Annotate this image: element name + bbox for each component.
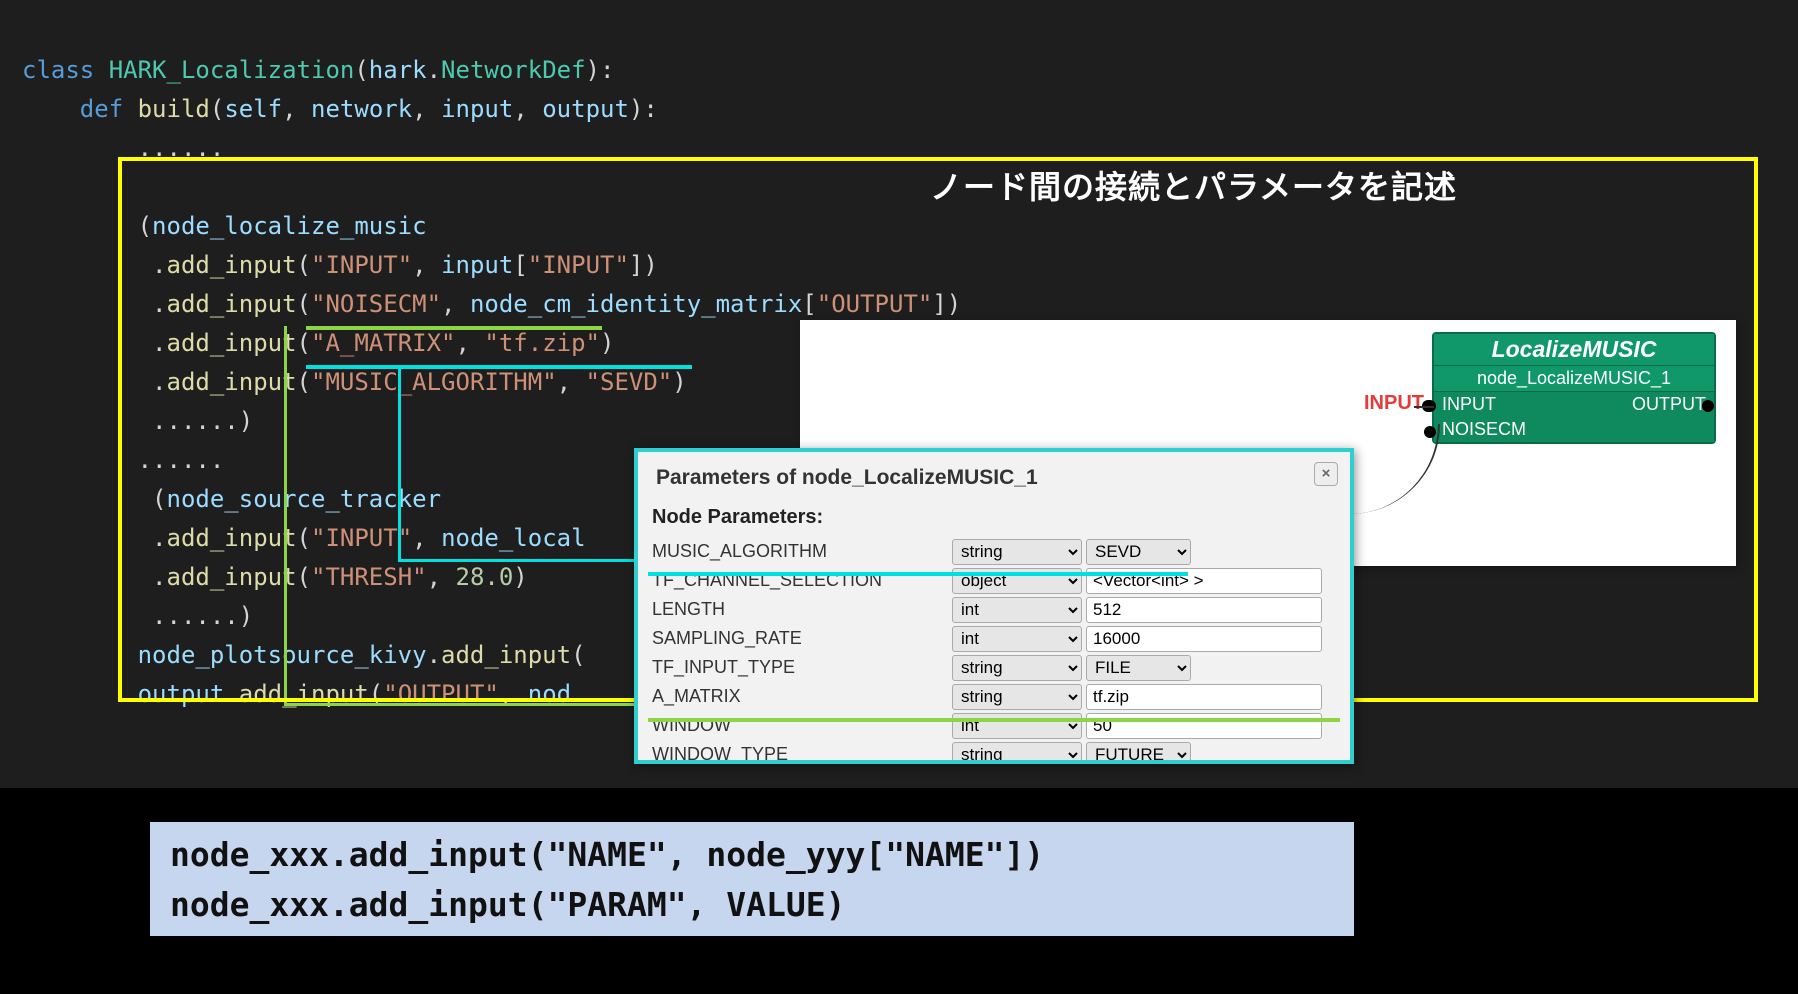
wire-ext-to-input: [1414, 406, 1434, 408]
param-type-select[interactable]: object: [952, 568, 1082, 594]
node-source-tracker: node_source_tracker: [167, 485, 442, 513]
node-id: node_LocalizeMUSIC_1: [1434, 366, 1714, 392]
param-value[interactable]: [1086, 568, 1322, 594]
param-type-select[interactable]: string: [952, 539, 1082, 565]
param-name: TF_INPUT_TYPE: [652, 657, 952, 678]
param-value[interactable]: [1086, 684, 1322, 710]
dialog-title: Parameters of node_LocalizeMUSIC_1 ×: [638, 452, 1350, 502]
node-port-noisecm[interactable]: NOISECM: [1442, 419, 1526, 440]
param-value[interactable]: [1086, 713, 1322, 739]
param-name: TF_CHANNEL_SELECTION: [652, 570, 952, 591]
kw-def: def: [80, 95, 123, 123]
param-row-length: LENGTHint: [638, 595, 1350, 624]
param-type-select[interactable]: int: [952, 626, 1082, 652]
param-type-select[interactable]: string: [952, 742, 1082, 765]
param-value[interactable]: FUTURE: [1086, 742, 1191, 765]
param-row-tf_channel_selection: TF_CHANNEL_SELECTIONobject: [638, 566, 1350, 595]
close-icon[interactable]: ×: [1314, 462, 1338, 486]
kw-class: class: [22, 56, 94, 84]
param-type-select[interactable]: string: [952, 655, 1082, 681]
param-name: SAMPLING_RATE: [652, 628, 952, 649]
dialog-subtitle: Node Parameters:: [638, 502, 1350, 537]
node-port-input[interactable]: INPUT: [1442, 394, 1496, 415]
param-type-select[interactable]: string: [952, 684, 1082, 710]
param-value[interactable]: SEVD: [1086, 539, 1191, 565]
param-name: MUSIC_ALGORITHM: [652, 541, 952, 562]
param-name: A_MATRIX: [652, 686, 952, 707]
module: hark: [369, 56, 427, 84]
param-name: LENGTH: [652, 599, 952, 620]
parameters-dialog: Parameters of node_LocalizeMUSIC_1 × Nod…: [634, 448, 1354, 764]
param-type-select[interactable]: int: [952, 713, 1082, 739]
node-localizemusic[interactable]: LocalizeMUSIC node_LocalizeMUSIC_1 INPUT…: [1432, 332, 1716, 444]
port-out1[interactable]: [1702, 400, 1714, 412]
param-type-select[interactable]: int: [952, 597, 1082, 623]
syntax-summary: node_xxx.add_input("NAME", node_yyy["NAM…: [150, 822, 1354, 936]
param-row-window_type: WINDOW_TYPEstringFUTURE: [638, 740, 1350, 764]
dialog-title-text: Parameters of node_LocalizeMUSIC_1: [656, 466, 1038, 489]
class-name: HARK_Localization: [109, 56, 355, 84]
node-port-output[interactable]: OUTPUT: [1632, 394, 1706, 415]
param-row-music_algorithm: MUSIC_ALGORITHMstringSEVD: [638, 537, 1350, 566]
node-title: LocalizeMUSIC: [1434, 334, 1714, 366]
param-row-sampling_rate: SAMPLING_RATEint: [638, 624, 1350, 653]
param-row-tf_input_type: TF_INPUT_TYPEstringFILE: [638, 653, 1350, 682]
param-value[interactable]: [1086, 597, 1322, 623]
external-input-label: INPUT: [1364, 392, 1424, 415]
summary-line-1: node_xxx.add_input("NAME", node_yyy["NAM…: [170, 830, 1334, 880]
param-name: WINDOW_TYPE: [652, 744, 952, 764]
param-row-a_matrix: A_MATRIXstring: [638, 682, 1350, 711]
fn-build: build: [138, 95, 210, 123]
param-name: WINDOW: [652, 715, 952, 736]
param-value[interactable]: FILE: [1086, 655, 1191, 681]
summary-line-2: node_xxx.add_input("PARAM", VALUE): [170, 880, 1334, 930]
base-class: NetworkDef: [441, 56, 586, 84]
param-row-window: WINDOWint: [638, 711, 1350, 740]
param-value[interactable]: [1086, 626, 1322, 652]
node-localize-music: node_localize_music: [152, 212, 427, 240]
